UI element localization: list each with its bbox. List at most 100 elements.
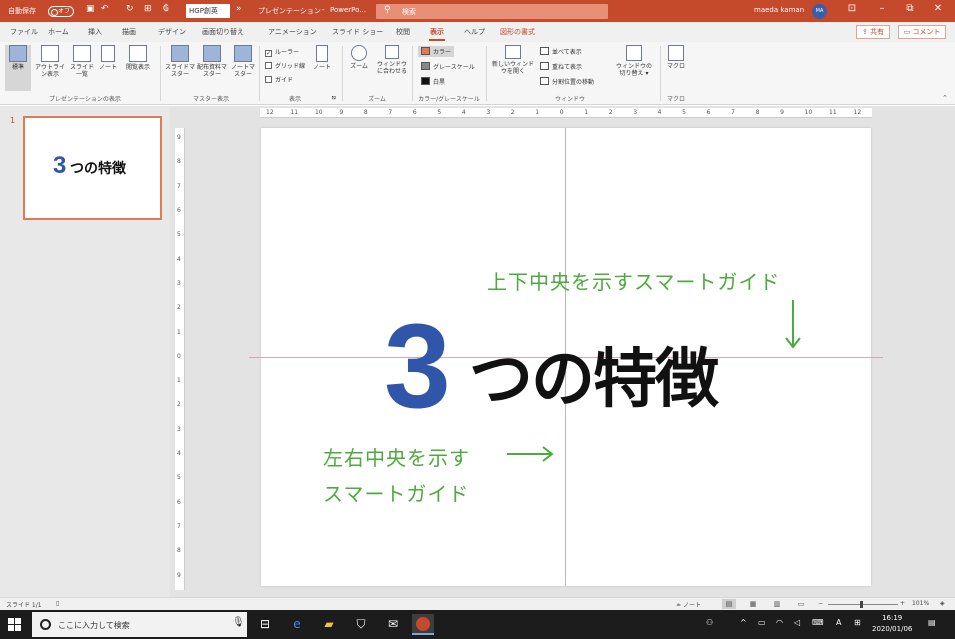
tab-transitions[interactable]: 画面切り替え bbox=[202, 27, 244, 37]
show-hidden-icons-icon[interactable]: ^ bbox=[740, 618, 747, 627]
comment-button[interactable]: ▭ コメント bbox=[898, 25, 946, 39]
normal-view-button[interactable]: 標準 bbox=[5, 45, 31, 91]
zoom-button[interactable]: ズーム bbox=[346, 45, 372, 70]
arrange-all-button[interactable]: 並べて表示 bbox=[540, 47, 582, 56]
battery-icon[interactable]: ▭ bbox=[758, 618, 766, 627]
restore-icon[interactable]: ⧉ bbox=[900, 3, 920, 14]
font-name-box[interactable]: HGP創英 bbox=[186, 4, 230, 18]
new-window-button[interactable]: 新しいウィンドウを開く bbox=[490, 45, 536, 75]
ribbon: 標準 アウトライン表示 スライド一覧 ノート 閲覧表示 プレゼンテーションの表示… bbox=[0, 42, 955, 105]
notes-page-button[interactable]: ノート bbox=[97, 45, 119, 71]
task-view-icon[interactable]: ⊟ bbox=[254, 614, 276, 635]
slide-thumbnail[interactable]: 3 つの特徴 bbox=[23, 116, 162, 220]
network-icon[interactable]: ◠ bbox=[776, 618, 783, 627]
tab-slideshow[interactable]: スライド ショー bbox=[332, 27, 383, 37]
taskbar-clock[interactable]: 16:19 2020/01/06 bbox=[872, 613, 912, 635]
fit-to-window-button[interactable]: ウィンドウに合わせる bbox=[375, 45, 409, 75]
close-icon[interactable]: ✕ bbox=[928, 3, 948, 14]
present-icon[interactable]: ⊞ bbox=[144, 4, 152, 14]
notification-icon[interactable]: ▤ bbox=[928, 618, 936, 627]
ribbon-options-icon[interactable]: ⊡ bbox=[842, 3, 862, 14]
outline-view-button[interactable]: アウトライン表示 bbox=[33, 45, 67, 78]
macros-button[interactable]: マクロ bbox=[664, 45, 688, 70]
slide-sorter-button[interactable]: スライド一覧 bbox=[69, 45, 95, 78]
status-normal-view-icon[interactable]: ▤ bbox=[722, 599, 736, 609]
windows-start-icon[interactable] bbox=[8, 618, 22, 632]
normal-view-icon bbox=[9, 45, 27, 62]
tab-draw[interactable]: 描画 bbox=[122, 27, 136, 37]
edge-icon[interactable]: e bbox=[286, 614, 308, 635]
notes-icon bbox=[316, 45, 328, 62]
tab-shape-format[interactable]: 図形の書式 bbox=[500, 27, 535, 37]
tab-view[interactable]: 表示 bbox=[429, 27, 445, 41]
grayscale-button[interactable]: グレースケール bbox=[421, 62, 475, 71]
gridlines-checkbox[interactable]: グリッド線 bbox=[265, 61, 305, 70]
customize-icon[interactable]: » bbox=[236, 4, 242, 14]
zoom-level[interactable]: 101% bbox=[912, 600, 929, 607]
ruler-tick-label: 7 bbox=[731, 109, 735, 116]
move-split-button[interactable]: 分割位置の移動 bbox=[540, 77, 594, 86]
zoom-slider-knob[interactable] bbox=[860, 601, 863, 608]
outline-view-icon bbox=[41, 45, 59, 62]
ribbon-separator bbox=[259, 46, 260, 101]
group-master-views: マスター表示 bbox=[192, 96, 229, 103]
collapse-ribbon-icon[interactable]: ⌃ bbox=[942, 94, 948, 102]
tab-review[interactable]: 校閲 bbox=[396, 27, 410, 37]
avatar[interactable]: MA bbox=[812, 4, 827, 19]
zoom-slider[interactable] bbox=[828, 604, 898, 605]
switch-windows-button[interactable]: ウィンドウの切り替え ▾ bbox=[614, 45, 654, 77]
tab-help[interactable]: ヘルプ bbox=[464, 27, 485, 37]
notes-page-icon bbox=[101, 45, 115, 62]
slide-number-three[interactable]: 3 bbox=[384, 306, 451, 426]
people-icon[interactable]: ⚇ bbox=[706, 618, 713, 627]
status-slide-sorter-icon[interactable]: ▦ bbox=[746, 599, 760, 609]
search-box[interactable]: ⚲ 検索 bbox=[376, 4, 608, 19]
zoom-out-icon[interactable]: − bbox=[818, 600, 823, 607]
share-button[interactable]: ⇪ 共有 bbox=[856, 25, 890, 39]
microphone-icon[interactable]: 🎙 bbox=[232, 617, 245, 628]
taskbar-search-box[interactable]: ここに入力して検索 🎙 bbox=[32, 612, 247, 637]
ruler-tick-label: 5 bbox=[177, 474, 181, 482]
notes-button[interactable]: ノート bbox=[313, 45, 331, 71]
zoom-in-icon[interactable]: + bbox=[900, 600, 905, 607]
reading-view-button[interactable]: 閲覧表示 bbox=[121, 45, 155, 71]
tab-insert[interactable]: 挿入 bbox=[88, 27, 102, 37]
tab-file[interactable]: ファイル bbox=[10, 27, 38, 37]
tab-home[interactable]: ホーム bbox=[48, 27, 69, 37]
minimize-icon[interactable]: – bbox=[872, 3, 892, 14]
format-painter-icon[interactable]: ₲ bbox=[163, 4, 169, 14]
color-button[interactable]: カラー bbox=[418, 46, 455, 57]
guides-checkbox[interactable]: ガイド bbox=[265, 75, 293, 84]
mail-icon[interactable]: ✉ bbox=[382, 614, 404, 635]
status-slideshow-icon[interactable]: ▭ bbox=[794, 599, 808, 609]
file-explorer-icon[interactable]: ▰ bbox=[318, 614, 340, 635]
slide-master-button[interactable]: スライドマスター bbox=[165, 45, 195, 78]
handout-master-button[interactable]: 配布資料マスター bbox=[197, 45, 227, 78]
cascade-button[interactable]: 重ねて表示 bbox=[540, 62, 582, 71]
status-reading-view-icon[interactable]: ▥ bbox=[770, 599, 784, 609]
autosave-toggle[interactable]: オフ bbox=[48, 6, 74, 17]
tab-animations[interactable]: アニメーション bbox=[268, 27, 317, 37]
slide-canvas[interactable]: 3 つの特徴 上下中央を示すスマートガイド 左右中央を示す スマートガイド bbox=[249, 128, 883, 586]
notes-master-button[interactable]: ノートマスター bbox=[229, 45, 257, 78]
ime-options-icon[interactable]: ⊞ bbox=[854, 618, 861, 627]
powerpoint-taskbar-icon[interactable] bbox=[412, 614, 434, 635]
volume-icon[interactable]: ◁ bbox=[794, 618, 800, 627]
spell-check-icon[interactable]: ▯ bbox=[56, 600, 59, 607]
ruler-tick-label: 7 bbox=[177, 182, 181, 190]
ime-mode[interactable]: A bbox=[836, 618, 841, 627]
tab-design[interactable]: デザイン bbox=[158, 27, 186, 37]
notes-toggle[interactable]: ≐ ノート bbox=[676, 600, 701, 609]
keyboard-icon[interactable]: ⌨ bbox=[812, 618, 824, 627]
show-dialog-launcher-icon[interactable]: ⧅ bbox=[332, 94, 336, 102]
redo-icon[interactable]: ↻ bbox=[126, 4, 134, 14]
black-white-button[interactable]: 白黒 bbox=[421, 77, 445, 86]
store-icon[interactable]: ⛉ bbox=[350, 614, 372, 635]
slide-title-text[interactable]: つの特徴 bbox=[469, 345, 719, 415]
ruler-tick-label: 2 bbox=[608, 109, 613, 116]
ruler-checkbox[interactable]: ✓ ルーラー bbox=[265, 47, 299, 57]
group-window: ウィンドウ bbox=[554, 96, 585, 103]
save-icon[interactable]: ▣ bbox=[86, 4, 95, 14]
undo-icon[interactable]: ↶ bbox=[101, 4, 109, 14]
fit-slide-icon[interactable]: ◈ bbox=[940, 600, 945, 607]
